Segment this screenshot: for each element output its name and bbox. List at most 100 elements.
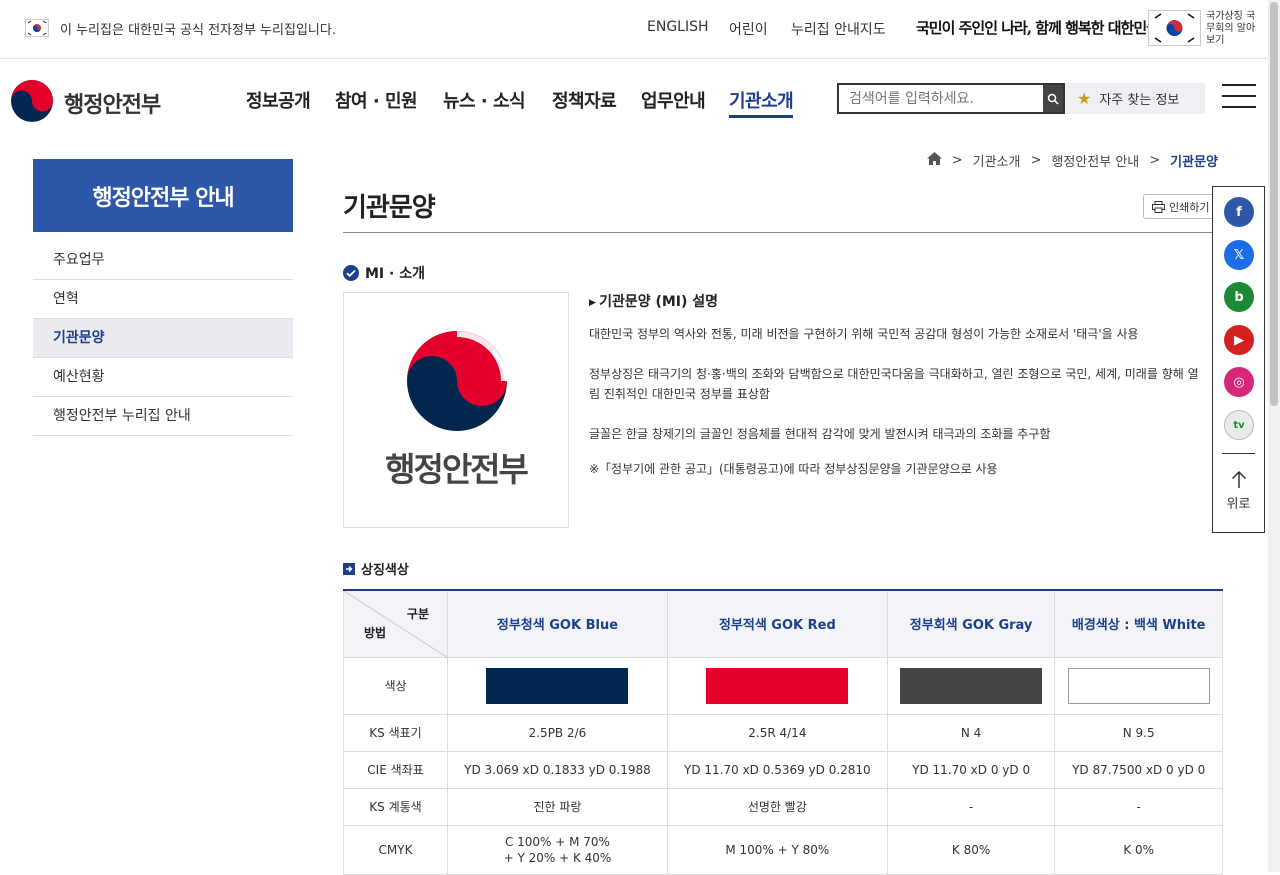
column-header: 정부회색 GOK Gray (886, 589, 1056, 658)
search-box (837, 83, 1065, 114)
emblem-caption: 행정안전부 (385, 450, 529, 489)
column-header: 배경색상 : 백색 White (1054, 589, 1223, 658)
top-bar: 이 누리집은 대한민국 공식 전자정부 누리집입니다. ENGLISH 어린이 … (0, 0, 1280, 59)
table-cell: N 4 (886, 713, 1056, 752)
row-label: KS 색표기 (343, 713, 448, 752)
search-icon (1047, 93, 1059, 105)
lnb-title: 행정안전부 안내 (33, 159, 293, 232)
section-mi-heading: MI · 소개 (343, 263, 425, 283)
emblem-image: 행정안전부 (343, 292, 569, 528)
desc-paragraph-1: 대한민국 정부의 역사와 전통, 미래 비전을 구현하기 위해 국민적 공감대 … (589, 327, 1139, 341)
korea-flag-icon (25, 19, 49, 37)
color-table: 구분 방법 정부청색 GOK Blue 정부적색 GOK Red 정부회색 GO… (343, 589, 1223, 875)
table-corner-header: 구분 방법 (343, 589, 448, 658)
official-notice[interactable]: 이 누리집은 대한민국 공식 전자정부 누리집입니다. (60, 19, 336, 38)
sitemap-link[interactable]: 누리집 안내지도 (791, 19, 886, 39)
breadcrumb-ministry[interactable]: 행정안전부 안내 (1051, 151, 1139, 170)
home-icon[interactable] (926, 152, 942, 169)
taegeuk-emblem-icon (407, 331, 509, 431)
quick-sidebar: f 𝕏 b ▶ ◎ tv 위로 (1212, 186, 1265, 533)
gnb-policy[interactable]: 정책자료 (552, 87, 617, 113)
table-cell: YD 3.069 xD 0.1833 yD 0.1988 (447, 750, 668, 789)
frequent-label: 자주 찾는 정보 (1099, 93, 1180, 108)
youtube-icon[interactable]: ▶ (1224, 325, 1254, 355)
desc-note: ※「정부기에 관한 공고」(대통령공고)에 따라 정부상징문양을 기관문양으로 … (589, 462, 998, 476)
menu-icon[interactable] (1222, 84, 1256, 110)
table-cell: 2.5PB 2/6 (447, 713, 668, 752)
table-cell: 진한 파랑 (447, 787, 668, 826)
table-row: CMYK C 100% + M 70% + Y 20% + K 40% M 10… (343, 824, 1223, 875)
search-button[interactable] (1043, 85, 1063, 112)
ministry-logo-icon[interactable] (10, 79, 54, 127)
page-title: 기관문양 (343, 193, 436, 223)
breadcrumb-current[interactable]: 기관문양 (1170, 151, 1218, 170)
color-swatch-blue (486, 667, 629, 704)
sidebar-divider (1222, 453, 1255, 454)
row-label: CMYK (343, 824, 448, 875)
blog-icon[interactable]: b (1224, 282, 1254, 312)
column-header: 정부청색 GOK Blue (447, 589, 668, 658)
check-circle-icon (343, 265, 359, 281)
breadcrumb: > 기관소개 > 행정안전부 안내 > 기관문양 (926, 151, 1218, 170)
color-swatch-red (706, 667, 849, 704)
table-cell: - (1054, 787, 1223, 826)
breadcrumb-about[interactable]: 기관소개 (973, 151, 1021, 170)
section-color-heading: 상징색상 (343, 559, 409, 578)
table-cell: - (886, 787, 1056, 826)
print-label: 인쇄하기 (1169, 200, 1210, 214)
gnb-news[interactable]: 뉴스 · 소식 (443, 87, 526, 113)
arrow-box-icon (343, 562, 355, 575)
desc-paragraph-2: 정부상징은 태극기의 청·홍·백의 조화와 담백함으로 대한민국다움을 극대화하… (589, 367, 1199, 401)
lnb-item-budget[interactable]: 예산현황 (33, 358, 293, 397)
star-icon: ★ (1077, 89, 1092, 108)
row-label: 색상 (343, 656, 448, 715)
tv-icon[interactable]: tv (1224, 410, 1254, 440)
logo-text[interactable]: 행정안전부 (64, 87, 161, 119)
arrow-up-icon (1231, 471, 1246, 488)
column-header: 정부적색 GOK Red (666, 589, 888, 658)
instagram-icon[interactable]: ◎ (1224, 367, 1254, 397)
lnb-item-history[interactable]: 연혁 (33, 280, 293, 319)
x-icon[interactable]: 𝕏 (1224, 240, 1254, 270)
table-cell: YD 87.7500 xD 0 yD 0 (1054, 750, 1223, 789)
row-label: KS 계통색 (343, 787, 448, 826)
desc-paragraph-3: 글꼴은 한글 창제기의 글꼴인 정음체를 현대적 감각에 맞게 발전시켜 태극과… (589, 427, 1051, 441)
scrollbar-thumb[interactable] (1270, 2, 1278, 406)
kids-link[interactable]: 어린이 (729, 19, 768, 39)
cabinet-label[interactable]: 국가상징 국무회의 알아보기 (1206, 11, 1256, 47)
table-cell: M 100% + Y 80% (666, 824, 888, 875)
lnb-item-main-work[interactable]: 주요업무 (33, 241, 293, 280)
table-cell: K 80% (886, 824, 1056, 875)
gnb-about[interactable]: 기관소개 (729, 87, 794, 118)
search-input[interactable] (839, 85, 1045, 112)
gnb-work[interactable]: 업무안내 (641, 87, 706, 113)
table-cell: 선명한 빨강 (666, 787, 888, 826)
table-row: KS 계통색 진한 파랑 선명한 빨강 - - (343, 787, 1223, 826)
gnb-participation[interactable]: 참여 · 민원 (335, 87, 418, 113)
title-divider (343, 232, 1223, 233)
frequent-info-button[interactable]: ★ 자주 찾는 정보 (1065, 83, 1205, 114)
english-link[interactable]: ENGLISH (647, 19, 709, 35)
table-cell: C 100% + M 70% + Y 20% + K 40% (447, 824, 668, 875)
color-swatch-gray (900, 667, 1043, 704)
slogan: 국민이 주인인 나라, 함께 행복한 대한민국 (916, 19, 1160, 37)
table-cell: K 0% (1054, 824, 1223, 875)
table-cell: N 9.5 (1054, 713, 1223, 752)
scroll-top-button[interactable]: 위로 (1213, 467, 1264, 512)
table-cell: YD 11.70 xD 0.5369 yD 0.2810 (666, 750, 888, 789)
print-button[interactable]: 인쇄하기 (1143, 194, 1223, 219)
lnb-item-emblem[interactable]: 기관문양 (33, 319, 293, 358)
row-label: CIE 색좌표 (343, 750, 448, 789)
header: 행정안전부 정보공개 참여 · 민원 뉴스 · 소식 정책자료 업무안내 기관소… (0, 59, 1280, 139)
table-row: CIE 색좌표 YD 3.069 xD 0.1833 yD 0.1988 YD … (343, 750, 1223, 789)
desc-heading: ▶ 기관문양 (MI) 설명 (589, 294, 719, 310)
printer-icon (1152, 200, 1165, 213)
table-row: 색상 (343, 656, 1223, 715)
gnb-info[interactable]: 정보공개 (246, 87, 311, 113)
facebook-icon[interactable]: f (1224, 197, 1254, 227)
color-swatch-white (1067, 667, 1210, 704)
table-cell: YD 11.70 xD 0 yD 0 (886, 750, 1056, 789)
lnb-item-site-guide[interactable]: 행정안전부 누리집 안내 (33, 397, 293, 436)
table-cell: 2.5R 4/14 (666, 713, 888, 752)
national-flag-icon[interactable] (1148, 10, 1201, 46)
